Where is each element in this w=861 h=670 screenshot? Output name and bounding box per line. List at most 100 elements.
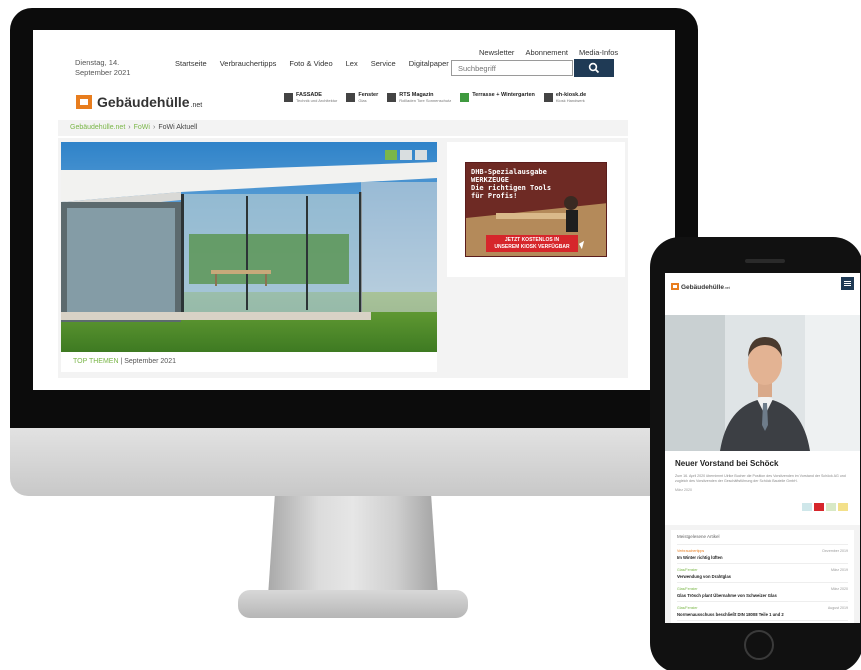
mobile-logo-suffix: .net (723, 286, 730, 290)
most-read-list: Meistgelesene Artikel Verbrauchertipps D… (671, 530, 854, 623)
mobile-logo-text: Gebäudehülle (681, 284, 724, 291)
pub-fenster-icon (346, 93, 356, 102)
mobile-slider-dot-3[interactable] (826, 503, 836, 511)
nav-lex[interactable]: Lex (346, 59, 358, 68)
logo-text: Gebäudehülle (97, 94, 190, 110)
imac-chin (10, 428, 698, 496)
hero-caption: TOP THEMEN | September 2021 (61, 352, 437, 372)
mobile-screen: Gebäudehülle .net Neuer Vorstand bei Sch… (665, 273, 860, 623)
list-item[interactable]: Glas/Fenster August 2019 Normenausschuss… (677, 602, 848, 621)
article-teaser: Zum 16. April 2020 übernimmt Ulrike Buch… (675, 474, 846, 483)
search-button[interactable] (574, 59, 614, 77)
nav-media-infos[interactable]: Media-Infos (579, 48, 618, 57)
mobile-slider-dot-1[interactable] (802, 503, 812, 511)
caption-date: | September 2021 (118, 358, 176, 365)
list-item-category[interactable]: Glas/Fenster (677, 568, 848, 572)
pub-eh-kiosk-icon (543, 93, 553, 102)
ad-cta-button[interactable]: JETZT KOSTENLOS IN UNSEREM KIOSK VERFÜGB… (486, 235, 578, 252)
list-item-category[interactable]: Glas/Fenster (677, 606, 848, 610)
most-read-section: Meistgelesene Artikel Verbrauchertipps D… (665, 525, 860, 623)
list-item[interactable]: Glas/Fenster März 2019 Verwendung von Dr… (677, 564, 848, 583)
mobile-logo[interactable]: Gebäudehülle .net (671, 282, 730, 291)
nav-digitalpaper[interactable]: Digitalpaper (409, 59, 449, 68)
imac-stand-neck (268, 496, 438, 596)
ad-line-3: Die richtigen Tools (471, 184, 552, 192)
list-item-date: August 2019 (827, 606, 848, 610)
pub-fenster[interactable]: Fenster Glas (346, 92, 378, 103)
list-item-title[interactable]: Glas Trösch plant Übernahme von Schweize… (677, 593, 848, 598)
mobile-slider-dot-2[interactable] (814, 503, 824, 511)
main-navigation: Startseite Verbrauchertipps Foto & Video… (175, 59, 449, 68)
pub-sub: Rollladen Tore Sonnenschutz (399, 98, 452, 103)
pub-terrasse-icon (460, 93, 470, 102)
date-line-1: Dienstag, 14. (75, 58, 120, 67)
list-item-category[interactable]: Glas/Fenster (677, 587, 848, 591)
imac-stand-foot (238, 590, 468, 618)
mobile-hero-portrait[interactable] (665, 315, 860, 451)
publication-links: FASSADE Technik und Architektur Fenster Gl… (284, 92, 586, 103)
slider-dot-2[interactable] (400, 150, 412, 160)
list-item-title[interactable]: Normenausschuss beschließt DIN 18008 Tei… (677, 612, 848, 617)
article-headline[interactable]: Neuer Vorstand bei Schöck (675, 459, 850, 468)
pub-rts-icon (387, 93, 397, 102)
list-item-date: März 2020 (831, 587, 848, 591)
breadcrumb-fowi[interactable]: FoWi (134, 124, 150, 131)
phone-home-button[interactable] (744, 630, 774, 660)
pub-fassade[interactable]: FASSADE Technik und Architektur (284, 92, 337, 103)
nav-verbrauchertipps[interactable]: Verbrauchertipps (220, 59, 277, 68)
search-icon (588, 62, 600, 74)
current-date: Dienstag, 14. September 2021 (75, 58, 135, 78)
slider-indicators (385, 150, 427, 160)
search-input[interactable] (451, 60, 573, 76)
utility-navigation: Newsletter Abonnement Media-Infos (479, 48, 618, 57)
logo-suffix: .net (190, 102, 203, 109)
wintergarden-photo (61, 142, 437, 352)
nav-abonnement[interactable]: Abonnement (525, 48, 568, 57)
breadcrumb-home[interactable]: Gebäudehülle.net (70, 124, 125, 131)
breadcrumb-separator: › (152, 124, 156, 131)
nav-service[interactable]: Service (371, 59, 396, 68)
article-date: März 2020 (675, 488, 692, 492)
hamburger-menu-icon[interactable] (841, 277, 854, 290)
pub-sub: Kiosk Handwerk (555, 98, 585, 103)
pub-sub: Glas (358, 98, 367, 103)
desktop-screen: Dienstag, 14. September 2021 Startseite … (33, 30, 675, 390)
mobile-slider-indicators (802, 503, 848, 511)
list-item[interactable]: Glas/Fenster März 2020 Glas Trösch plant… (677, 583, 848, 602)
nav-newsletter[interactable]: Newsletter (479, 48, 514, 57)
nav-foto-video[interactable]: Foto & Video (289, 59, 332, 68)
site-logo[interactable]: Gebäudehülle .net (76, 93, 202, 110)
ad-line-2: WERKZEUGE (471, 176, 509, 184)
ad-cta-line-1: JETZT KOSTENLOS IN (504, 237, 560, 243)
ad-line-4: für Profis! (471, 192, 518, 200)
hero-image-wintergarden[interactable] (61, 142, 437, 352)
werkzeuge-ad-banner[interactable]: DHB-Spezialausgabe WERKZEUGE Die richtig… (465, 162, 607, 257)
ad-cta-line-2: UNSEREM KIOSK VERFÜGBAR (494, 244, 570, 250)
pub-sub: Technik und Architektur (296, 98, 338, 103)
pub-terrasse[interactable]: Terrasse + Wintergarten (460, 92, 535, 103)
pub-rts[interactable]: RTS Magazin Rollladen Tore Sonnenschutz (387, 92, 451, 103)
mobile-logo-icon (671, 283, 679, 290)
breadcrumb: Gebäudehülle.net › FoWi › FoWi Aktuell (58, 120, 628, 136)
date-line-2: September 2021 (75, 68, 131, 77)
phone-speaker (745, 259, 785, 263)
site-header: Dienstag, 14. September 2021 Startseite … (33, 30, 675, 130)
portrait-photo (665, 315, 860, 451)
ad-line-1: DHB-Spezialausgabe (471, 168, 547, 176)
pub-eh-kiosk[interactable]: eh-kiosk.de Kiosk Handwerk (543, 92, 586, 103)
nav-startseite[interactable]: Startseite (175, 59, 207, 68)
logo-icon (76, 95, 92, 109)
list-item-title[interactable]: Verwendung von Drahtglas (677, 574, 848, 579)
list-item[interactable]: Verbrauchertipps Dezember 2019 Im Winter… (677, 545, 848, 564)
list-item-date: März 2019 (831, 568, 848, 572)
pub-fassade-icon (284, 93, 293, 102)
slider-dot-1[interactable] (385, 150, 397, 160)
breadcrumb-separator: › (128, 124, 131, 131)
most-read-title: Meistgelesene Artikel (677, 534, 848, 545)
ad-headline: DHB-Spezialausgabe WERKZEUGE Die richtig… (471, 168, 551, 200)
sidebar-ad-box: DHB-Spezialausgabe WERKZEUGE Die richtig… (447, 142, 625, 277)
caption-category[interactable]: TOP THEMEN (73, 358, 119, 365)
slider-dot-3[interactable] (415, 150, 427, 160)
list-item-title[interactable]: Im Winter richtig lüften (677, 555, 848, 560)
mobile-slider-dot-4[interactable] (838, 503, 848, 511)
